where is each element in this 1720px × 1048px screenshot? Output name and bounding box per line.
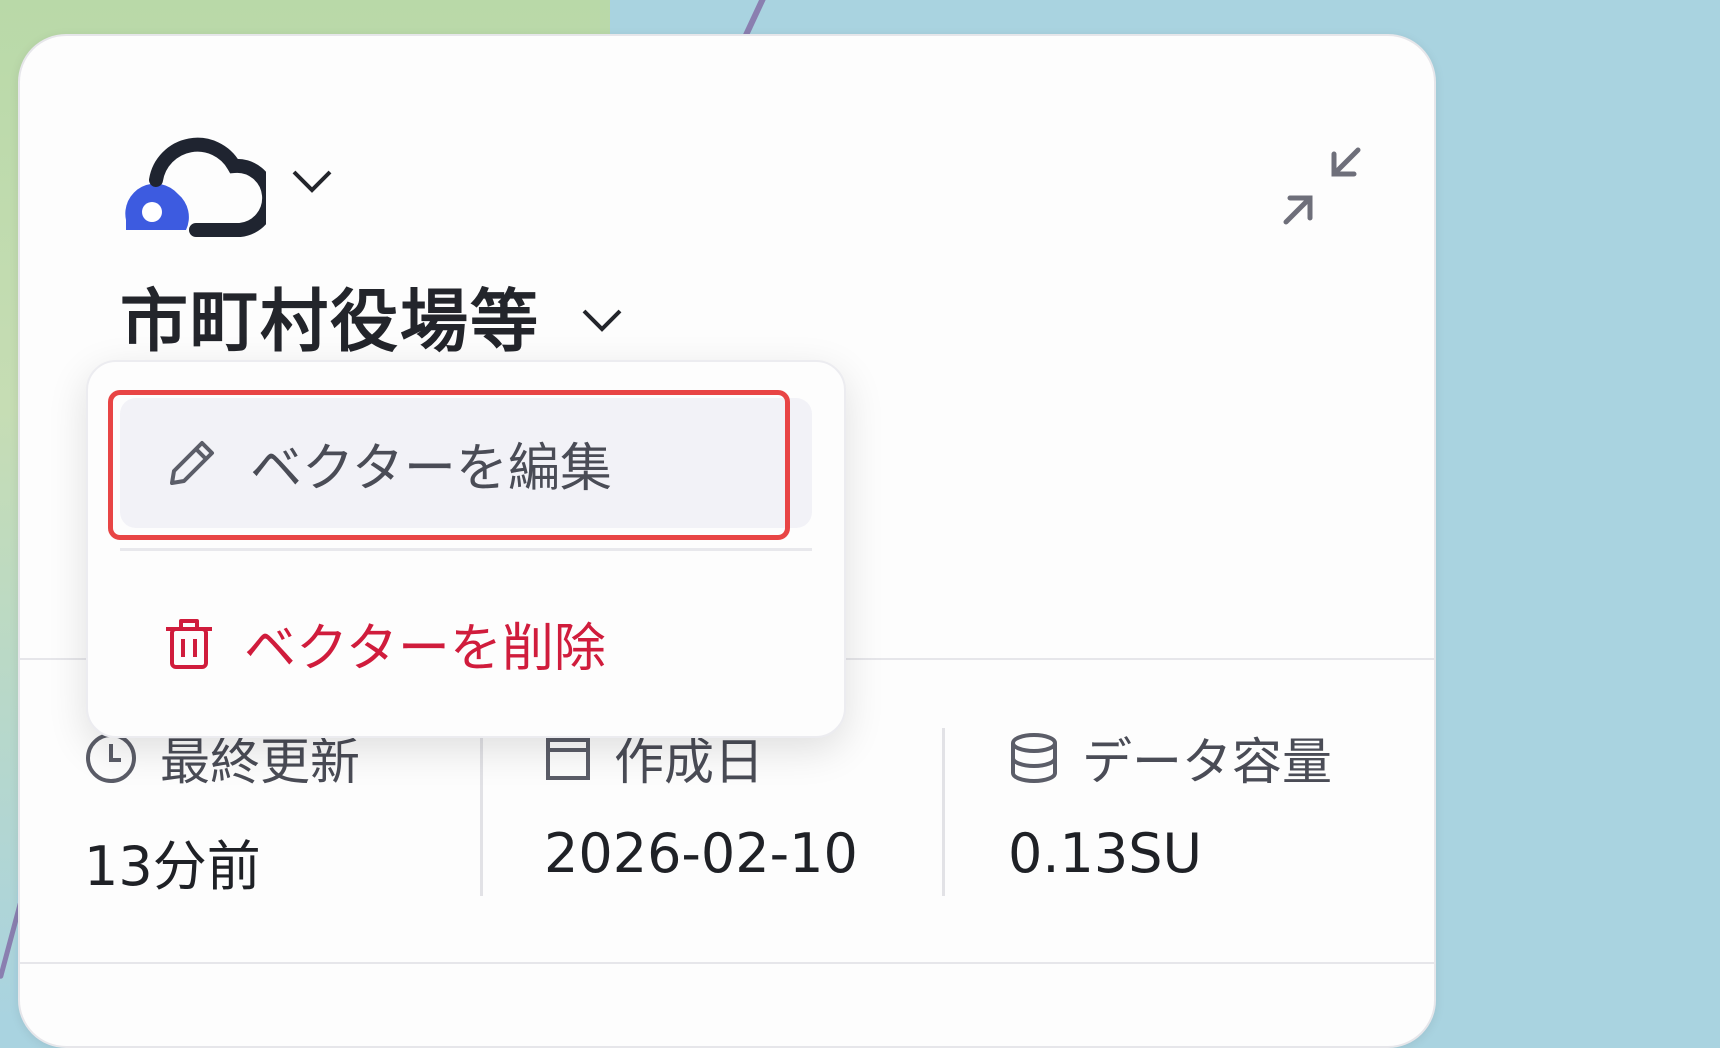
stat-value: 13分前	[84, 835, 261, 898]
menu-divider	[120, 548, 812, 551]
stats-row: 最終更新 13分前 作成日 2026-02-10 データ容量 0.13SU	[20, 722, 1434, 932]
stat-value: 2026-02-10	[544, 822, 858, 885]
layer-title-selector[interactable]: 市町村役場等	[120, 266, 624, 365]
collapse-icon[interactable]	[1282, 146, 1362, 226]
delete-vector-menu-item[interactable]: ベクターを削除	[120, 578, 812, 708]
page-title: 市町村役場等	[120, 283, 541, 362]
chevron-down-icon	[582, 309, 622, 332]
clock-icon	[86, 733, 136, 783]
context-menu: ベクターを編集 ベクターを削除	[86, 360, 846, 738]
edit-vector-menu-item[interactable]: ベクターを編集	[120, 398, 812, 528]
menu-item-label: ベクターを編集	[250, 438, 612, 499]
divider	[20, 962, 1434, 964]
stat-created-date: 作成日 2026-02-10	[544, 722, 858, 932]
menu-item-label: ベクターを削除	[244, 618, 606, 679]
stat-label: データ容量	[1082, 733, 1332, 791]
trash-icon	[166, 619, 212, 669]
pencil-icon	[170, 441, 214, 485]
database-icon	[1011, 733, 1057, 783]
stat-separator	[480, 728, 483, 896]
stat-last-updated: 最終更新 13分前	[84, 722, 360, 932]
stat-separator	[942, 728, 945, 896]
calendar-icon	[546, 738, 590, 780]
cloud-logo-icon	[125, 137, 266, 237]
chevron-down-icon[interactable]	[290, 166, 334, 196]
stat-value: 0.13SU	[1008, 822, 1203, 885]
stat-data-size: データ容量 0.13SU	[1008, 722, 1332, 932]
